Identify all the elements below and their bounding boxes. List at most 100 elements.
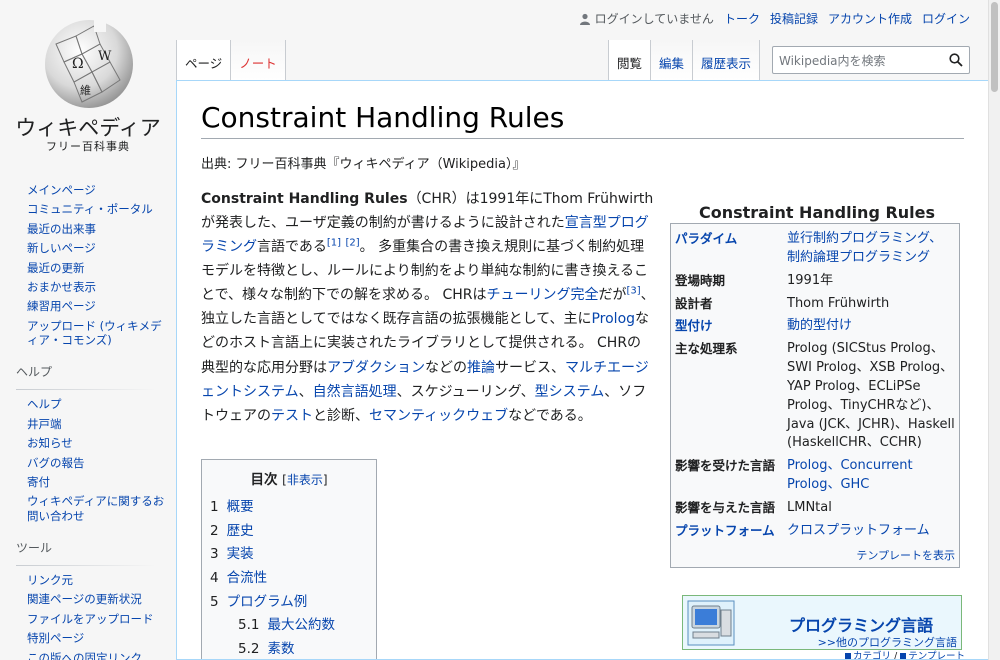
sidebar-link[interactable]: お知らせ [27,436,73,450]
reference-link[interactable]: [1] [327,238,341,249]
tab-page[interactable]: ページ [176,40,232,80]
sidebar-link[interactable]: バグの報告 [27,456,85,470]
scrollbar-thumb[interactable] [991,2,998,92]
infobox-value: Prolog (SICStus Prolog、SWI Prolog、XSB Pr… [787,341,955,451]
sidebar-link[interactable]: 関連ページの更新状況 [27,592,142,606]
toc-subitem[interactable]: 5.1 最大公約数 [238,614,368,638]
sidebar: メインページ コミュニティ・ポータル 最近の出来事 新しいページ 最近の更新 お… [0,180,176,660]
lead-link[interactable]: 推論 [467,360,495,376]
toc-number: 4 [210,569,219,586]
toc-bracket-close: ] [322,473,328,487]
search-input[interactable]: Wikipedia内を検索 [772,46,970,74]
lead-link[interactable]: テスト [271,408,313,424]
sidebar-link[interactable]: リンク元 [27,573,73,587]
sidebar-link[interactable]: 最近の出来事 [27,222,96,236]
toc-link[interactable]: プログラム例 [227,594,308,610]
toc-link[interactable]: 素数 [267,641,294,657]
toc-link[interactable]: 合流性 [227,570,268,586]
infobox-row: パラダイム 並行制約プログラミング、制約論理プログラミング [675,228,955,270]
view-tabs: 閲覧 編集 履歴表示 Wikipedia内を検索 [607,40,970,80]
toc-item[interactable]: 4 合流性 [210,567,368,591]
toc-link[interactable]: 実装 [227,546,254,562]
infobox-template-link[interactable]: テンプレートを表示 [856,549,955,562]
sidebar-link[interactable]: ヘルプ [27,397,62,411]
sidebar-link[interactable]: 特別ページ [27,631,84,645]
lead-link[interactable]: 型システム [535,384,605,400]
sidebar-link[interactable]: アップロード (ウィキメディア・コモンズ) [27,319,162,347]
lead-text: サービス、 [495,359,565,376]
sidebar-link[interactable]: メインページ [27,183,96,197]
contributions-link[interactable]: 投稿記録 [770,10,818,27]
reference-link[interactable]: [2] [346,238,360,249]
search-placeholder: Wikipedia内を検索 [779,53,886,68]
lead-link[interactable]: セマンティックウェブ [369,408,508,424]
category-link[interactable]: カテゴリ [853,651,891,659]
toc-number: 5 [210,593,219,610]
toc-item[interactable]: 5 プログラム例 5.1 最大公約数 5.2 素数 [210,591,368,660]
sidebar-link[interactable]: 最近の更新 [27,261,85,275]
sidebar-link[interactable]: 練習用ページ [27,299,96,313]
infobox-row: プラットフォーム クロスプラットフォーム [675,520,955,543]
tab-edit[interactable]: 編集 [650,40,693,80]
toc-item[interactable]: 1 概要 [210,496,368,520]
infobox-key[interactable]: パラダイム [675,230,787,268]
infobox-value[interactable]: Prolog、Concurrent Prolog、GHC [787,457,955,495]
sidebar-link[interactable]: ウィキペディアに関するお問い合わせ [27,494,164,522]
search-icon[interactable] [949,53,963,67]
sidebar-link[interactable]: 新しいページ [27,241,96,255]
toc-item[interactable]: 3 実装 [210,543,368,567]
sidebar-link[interactable]: おまかせ表示 [27,280,96,294]
tab-talk-label: ノート [239,56,277,71]
sidebar-link[interactable]: ファイルをアップロード [27,612,154,626]
lead-text: と診断、 [313,407,369,424]
talk-link[interactable]: トーク [724,10,760,27]
wikipedia-logo[interactable]: Ω W 維 ウィキペディア フリー百科事典 [0,0,176,160]
toc-item[interactable]: 2 歴史 [210,520,368,544]
sidebar-link[interactable]: 寄付 [27,475,50,489]
sidebar-link[interactable]: コミュニティ・ポータル [27,202,153,216]
toc-title: 目次 [非表示] [210,468,368,488]
toc-link[interactable]: 概要 [227,499,254,515]
infobox-value[interactable]: 並行制約プログラミング、制約論理プログラミング [787,230,955,268]
sidebar-link[interactable]: この版への固定リンク [27,651,142,660]
infobox-key[interactable]: 型付け [675,317,787,336]
globe-letter-kanji: 維 [80,84,91,97]
toc-hide-button[interactable]: 非表示 [287,473,323,487]
tab-read[interactable]: 閲覧 [607,40,651,80]
create-account-link[interactable]: アカウント作成 [828,10,912,27]
infobox: パラダイム 並行制約プログラミング、制約論理プログラミング 登場時期 1991年 設… [670,223,960,568]
lead-text: だが [598,287,627,304]
content-area: Constraint Handling Rules 出典: フリー百科事典『ウィ… [176,80,988,660]
reference-link[interactable]: [3] [627,286,641,297]
toc-link[interactable]: 最大公約数 [267,617,335,633]
lead-link[interactable]: Prolog [591,311,635,327]
page-title: Constraint Handling Rules [201,101,964,139]
infobox-value[interactable]: 動的型付け [787,317,955,336]
infobox-row: 設計者 Thom Frühwirth [675,293,955,316]
lead-link[interactable]: 自然言語処理 [313,384,397,400]
sidebar-link[interactable]: 井戸端 [27,417,62,431]
scrollbar[interactable] [988,0,1000,660]
infobox-key[interactable]: プラットフォーム [675,522,787,541]
toc-number: 2 [210,522,219,539]
infobox-key: 影響を受けた言語 [675,458,776,474]
infobox-key: 登場時期 [675,272,726,288]
navbox-title[interactable]: プログラミング言語 [789,612,933,636]
globe-letter-omega: Ω [72,56,84,72]
template-link[interactable]: テンプレート [908,651,965,659]
computer-icon [687,600,735,646]
toc-link[interactable]: 歴史 [227,523,254,539]
namespace-tabs: ページ ノート [176,40,286,80]
tab-talk[interactable]: ノート [231,40,286,80]
toc-subitem[interactable]: 5.2 素数 [238,638,368,659]
lead-link[interactable]: チューリング完全 [487,287,599,303]
toc-number: 3 [210,546,219,563]
lead-link[interactable]: アブダクション [327,360,425,376]
infobox-key: 影響を与えた言語 [675,499,776,515]
login-link[interactable]: ログイン [922,10,970,27]
tab-history[interactable]: 履歴表示 [692,40,760,80]
infobox-key: 主な処理系 [675,341,738,357]
puzzle-globe-icon: Ω W 維 [45,20,133,108]
toc-toggle: [非表示] [282,473,327,487]
infobox-value[interactable]: クロスプラットフォーム [787,522,955,541]
